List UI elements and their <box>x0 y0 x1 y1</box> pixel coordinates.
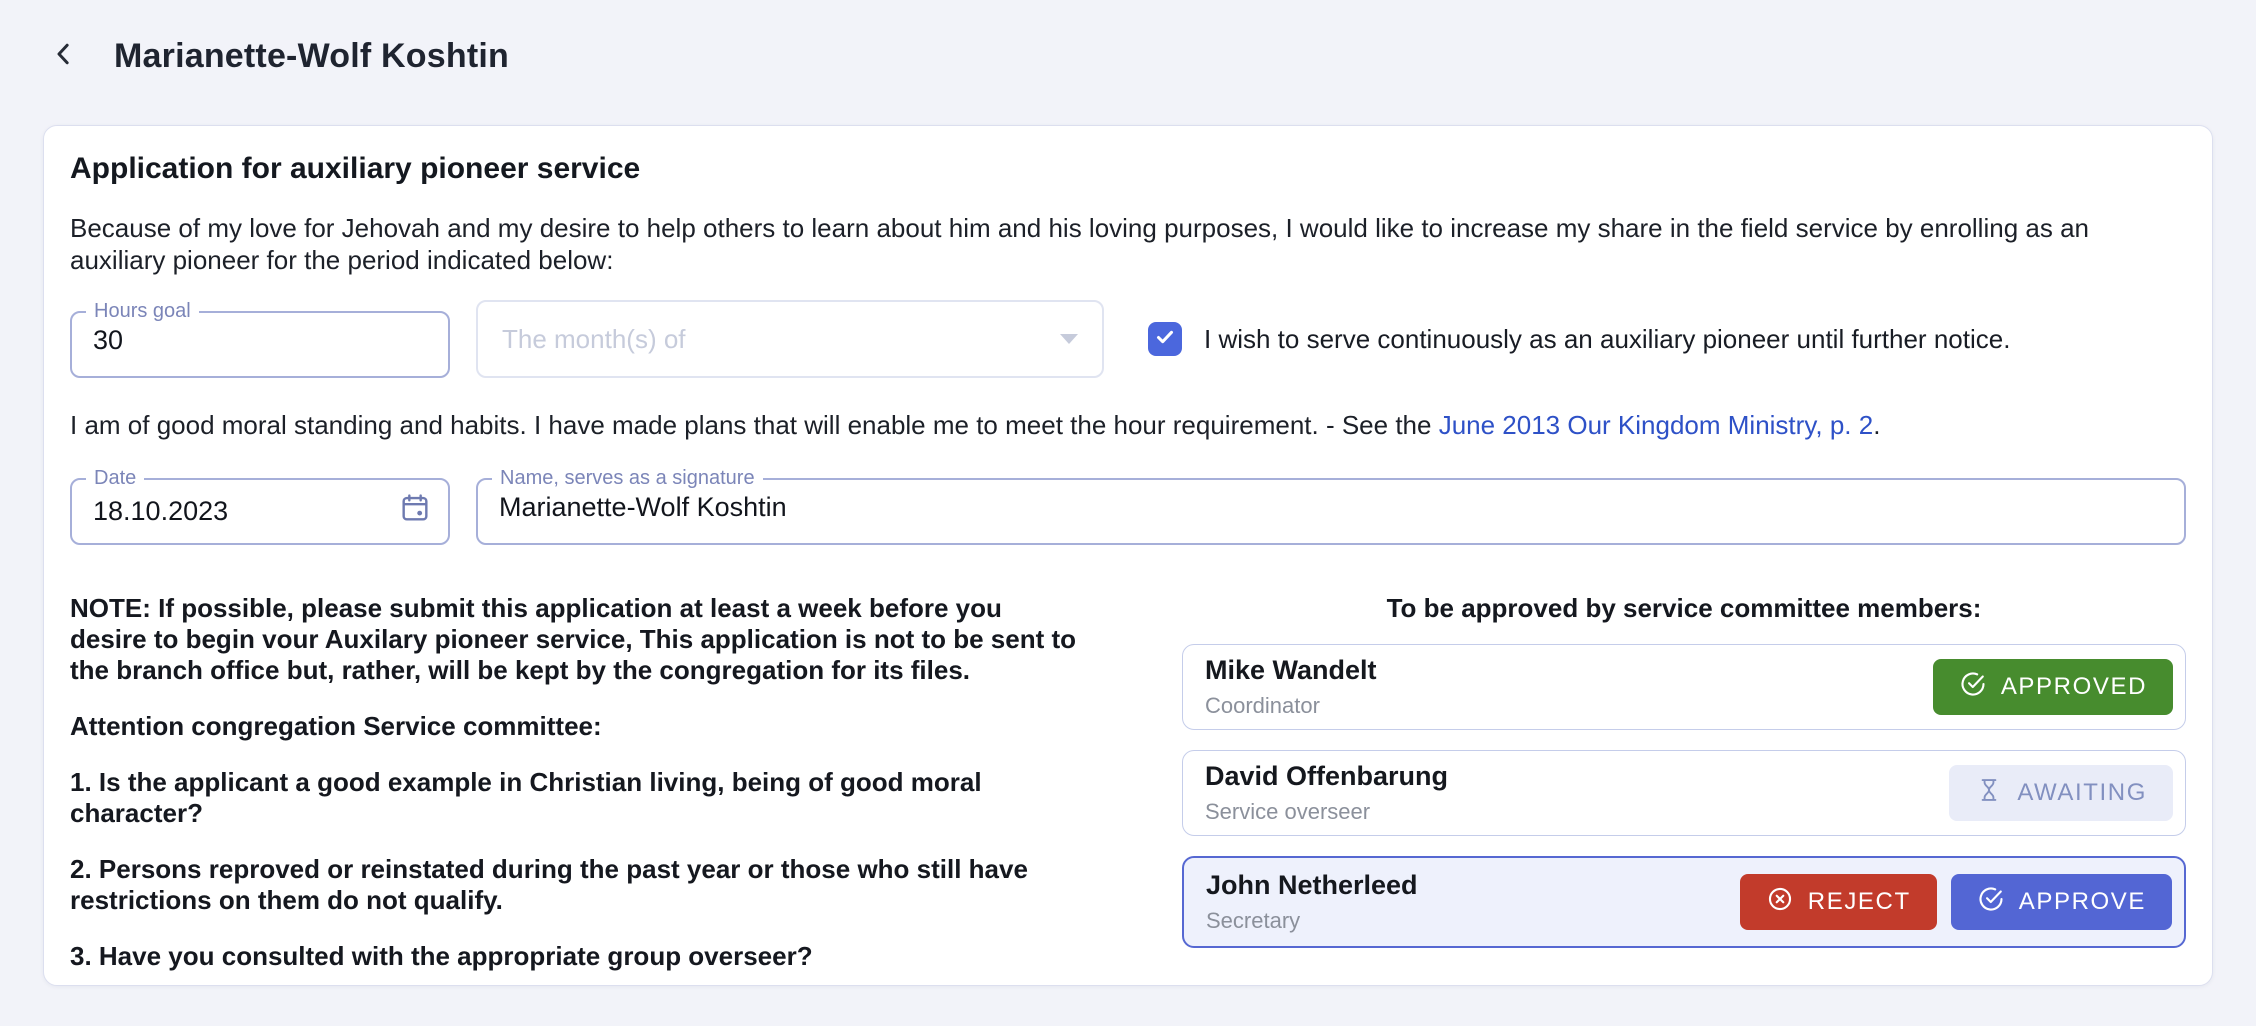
member-row-john-netherleed: John Netherleed Secretary REJECT <box>1182 856 2186 948</box>
kingdom-ministry-link[interactable]: June 2013 Our Kingdom Ministry, p. 2 <box>1439 410 1874 440</box>
approvals-title: To be approved by service committee memb… <box>1182 593 2186 624</box>
awaiting-status-badge: AWAITING <box>1949 765 2173 821</box>
signature-label: Name, serves as a signature <box>492 467 763 490</box>
approve-button[interactable]: APPROVE <box>1951 874 2172 930</box>
date-field: Date <box>70 467 450 545</box>
moral-standing-text: I am of good moral standing and habits. … <box>70 410 2186 441</box>
notes-column: NOTE: If possible, please submit this ap… <box>70 593 1080 972</box>
continuous-service-group: I wish to serve continuously as an auxil… <box>1148 300 2010 378</box>
goal-row: Hours goal The month(s) of I wish to ser… <box>70 300 2186 378</box>
check-circle-icon <box>1959 670 2001 705</box>
page-title: Marianette-Wolf Koshtin <box>114 37 509 76</box>
approved-status-badge: APPROVED <box>1933 659 2173 715</box>
form-title: Application for auxiliary pioneer servic… <box>70 152 2186 186</box>
moral-suffix: . <box>1873 410 1880 440</box>
question-3: 3. Have you consulted with the appropria… <box>70 941 1080 972</box>
member-row-mike-wandelt: Mike Wandelt Coordinator APPROVED <box>1182 644 2186 730</box>
member-info: David Offenbarung Service overseer <box>1205 761 1448 825</box>
member-name: John Netherleed <box>1206 870 1418 901</box>
check-circle-icon <box>1977 885 2019 920</box>
moral-text-span: I am of good moral standing and habits. … <box>70 410 1439 440</box>
continuous-service-checkbox[interactable] <box>1148 322 1182 356</box>
hours-goal-field: Hours goal <box>70 300 450 378</box>
chevron-left-icon <box>49 39 79 74</box>
intro-text: Because of my love for Jehovah and my de… <box>70 212 2180 276</box>
member-role: Service overseer <box>1205 799 1448 825</box>
back-button[interactable] <box>44 36 84 76</box>
question-1: 1. Is the applicant a good example in Ch… <box>70 767 1080 829</box>
dropdown-arrow-icon <box>1060 334 1078 344</box>
member-name: David Offenbarung <box>1205 761 1448 792</box>
signature-field: Name, serves as a signature <box>476 467 2186 545</box>
note-text: NOTE: If possible, please submit this ap… <box>70 593 1080 686</box>
hours-goal-label: Hours goal <box>86 300 199 323</box>
member-role: Secretary <box>1206 908 1418 934</box>
signature-input[interactable] <box>478 490 2013 523</box>
app-header: Marianette-Wolf Koshtin <box>0 0 2256 76</box>
hours-goal-input[interactable] <box>72 323 410 356</box>
awaiting-label: AWAITING <box>2017 779 2147 807</box>
date-picker-button[interactable] <box>396 490 434 530</box>
continuous-service-label[interactable]: I wish to serve continuously as an auxil… <box>1204 324 2010 355</box>
date-input[interactable] <box>72 494 396 527</box>
reject-label: REJECT <box>1808 888 1911 916</box>
hourglass-icon <box>1975 776 2017 811</box>
bottom-section: NOTE: If possible, please submit this ap… <box>70 593 2186 972</box>
calendar-icon <box>398 491 432 530</box>
signature-row: Date Name, serves as a signature <box>70 467 2186 545</box>
question-2: 2. Persons reproved or reinstated during… <box>70 854 1080 916</box>
months-placeholder: The month(s) of <box>502 324 686 355</box>
member-info: John Netherleed Secretary <box>1206 870 1418 934</box>
approvals-column: To be approved by service committee memb… <box>1182 593 2186 972</box>
check-icon <box>1153 325 1177 354</box>
approve-label: APPROVE <box>2019 888 2146 916</box>
cancel-circle-icon <box>1766 885 1808 920</box>
months-select[interactable]: The month(s) of <box>476 300 1104 378</box>
member-name: Mike Wandelt <box>1205 655 1377 686</box>
approval-actions: REJECT APPROVE <box>1740 874 2172 930</box>
application-card: Application for auxiliary pioneer servic… <box>43 125 2213 986</box>
approved-label: APPROVED <box>2001 673 2147 701</box>
member-row-david-offenbarung: David Offenbarung Service overseer AWAIT… <box>1182 750 2186 836</box>
member-role: Coordinator <box>1205 693 1377 719</box>
reject-button[interactable]: REJECT <box>1740 874 1937 930</box>
attention-heading: Attention congregation Service committee… <box>70 711 1080 742</box>
date-label: Date <box>86 467 144 490</box>
member-info: Mike Wandelt Coordinator <box>1205 655 1377 719</box>
